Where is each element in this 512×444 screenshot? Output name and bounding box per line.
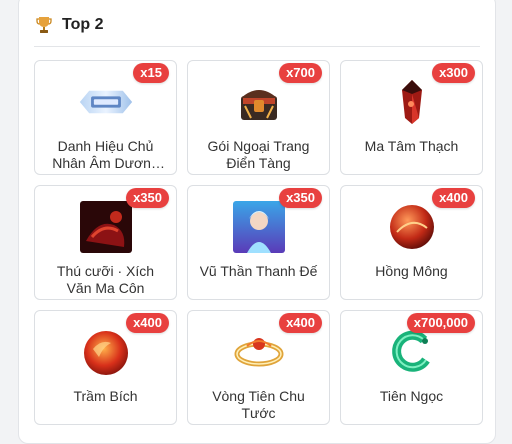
red-gem-icon (78, 324, 134, 380)
reward-item-card[interactable]: x700,000 Tiên Ngọc (340, 310, 483, 425)
red-orb-icon (384, 199, 440, 255)
reward-item-card[interactable]: x15 Danh Hiệu Chủ Nhân Âm Dương Giới (34, 60, 177, 175)
item-name: Vũ Thần Thanh Đế (199, 263, 318, 279)
hero-portrait-icon (231, 199, 287, 255)
quantity-badge: x300 (432, 63, 475, 83)
reward-item-card[interactable]: x400 Hồng Mông (340, 185, 483, 300)
item-name: Tiên Ngọc (379, 388, 444, 404)
tier-title: Top 2 (62, 16, 104, 33)
quantity-badge: x700 (279, 63, 322, 83)
phoenix-ring-icon (231, 324, 287, 380)
reward-item-card[interactable]: x350 Vũ Thần Thanh Đế (187, 185, 330, 300)
red-crystal-icon (384, 74, 440, 130)
item-name: Vòng Tiên Chu Tước (212, 388, 305, 421)
title-banner-icon (78, 74, 134, 130)
item-name: Danh Hiệu Chủ Nhân Âm Dương Giới (52, 138, 159, 171)
reward-item-card[interactable]: x300 Ma Tâm Thạch (340, 60, 483, 175)
quantity-badge: x350 (126, 188, 169, 208)
item-name: Trầm Bích (73, 388, 138, 404)
quantity-badge: x400 (432, 188, 475, 208)
reward-item-card[interactable]: x700 Gói Ngoại Trang Điển Tàng (187, 60, 330, 175)
item-name: Gói Ngoại Trang Điển Tàng (207, 138, 310, 171)
reward-item-card[interactable]: x350 Thú cưỡi · Xích Văn Ma Côn (34, 185, 177, 300)
quantity-badge: x400 (279, 313, 322, 333)
quantity-badge: x700,000 (406, 313, 475, 333)
reward-item-card[interactable]: x400 Trầm Bích (34, 310, 177, 425)
reward-grid: x15 Danh Hiệu Chủ Nhân Âm Dương Giới x70… (34, 60, 483, 425)
item-name: Hồng Mông (375, 263, 448, 279)
treasure-chest-icon (231, 74, 287, 130)
quantity-badge: x400 (126, 313, 169, 333)
reward-item-card[interactable]: x400 Vòng Tiên Chu Tước (187, 310, 330, 425)
quantity-badge: x350 (279, 188, 322, 208)
header-divider (34, 46, 480, 47)
item-name: Thú cưỡi · Xích Văn Ma Côn (56, 263, 155, 296)
trophy-icon (36, 17, 52, 33)
mount-portrait-icon (78, 199, 134, 255)
quantity-badge: x15 (133, 63, 169, 83)
reward-tier-header: Top 2 (36, 12, 103, 38)
item-name: Ma Tâm Thạch (364, 138, 459, 154)
